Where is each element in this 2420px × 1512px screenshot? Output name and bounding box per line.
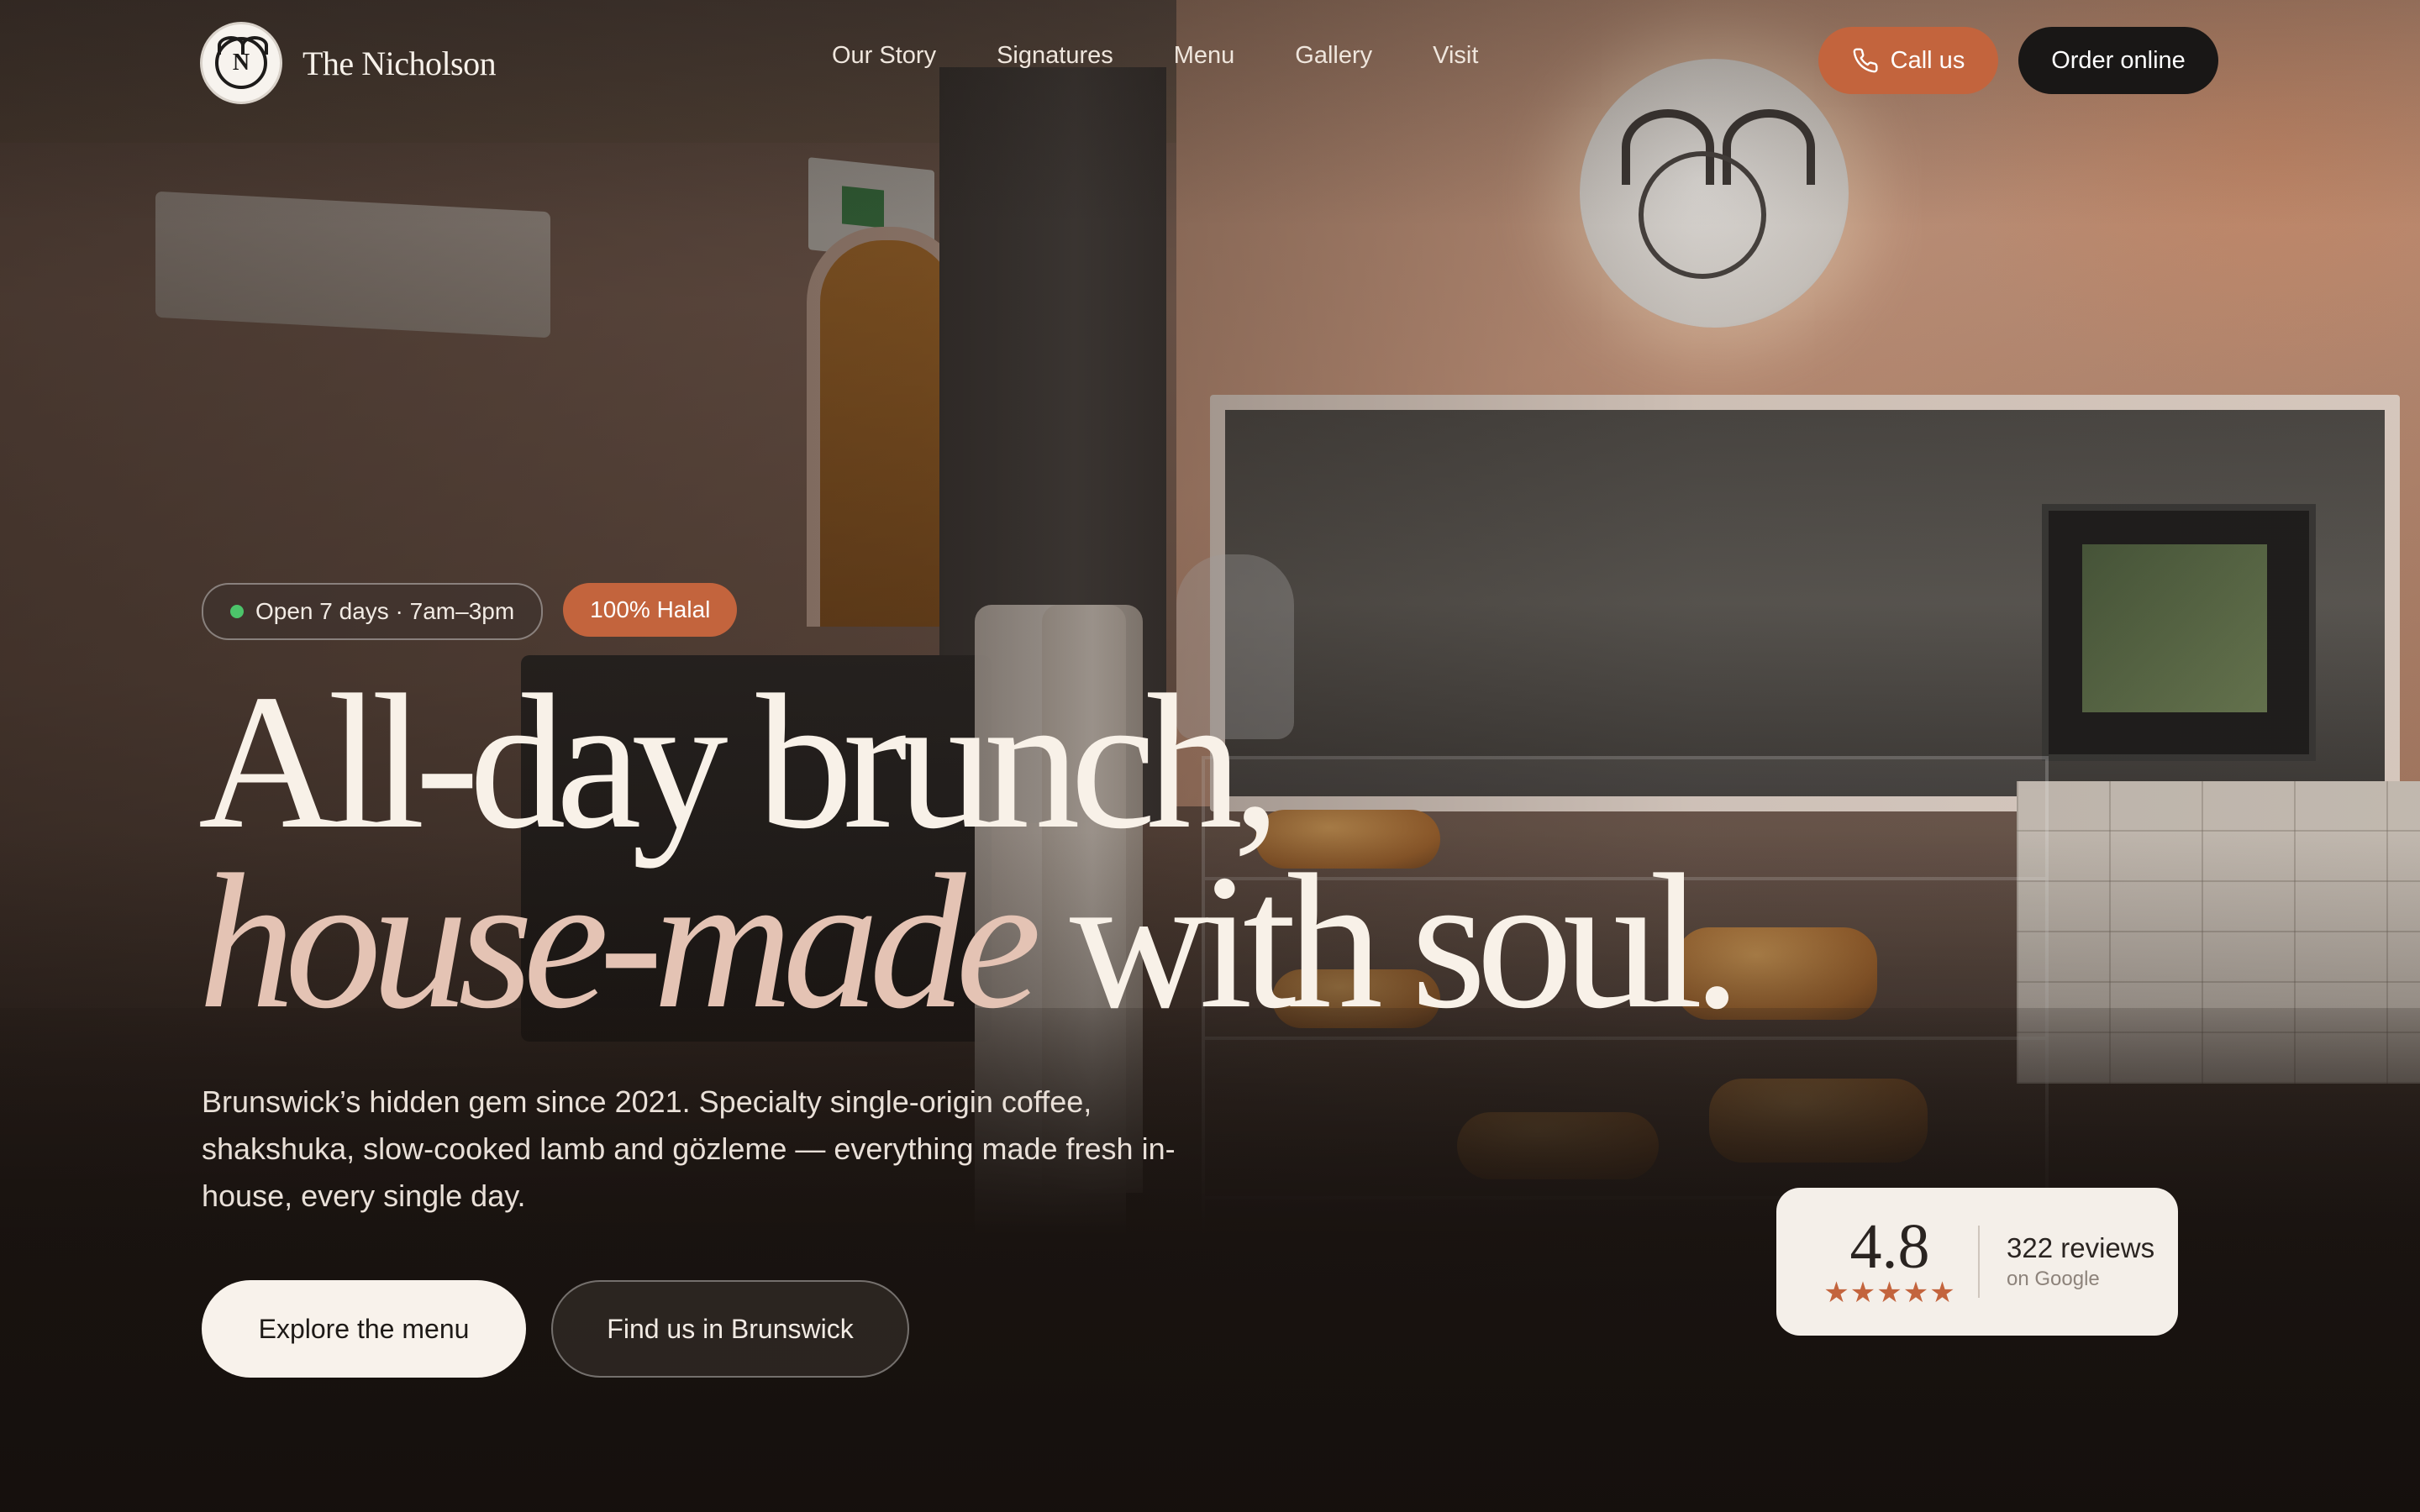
- hero-badges: Open 7 days · 7am–3pm 100% Halal: [202, 583, 738, 640]
- opening-hours-text: Open 7 days · 7am–3pm: [255, 598, 515, 624]
- headline-emphasis: house-made: [198, 834, 1041, 1048]
- find-us-button[interactable]: Find us in Brunswick: [551, 1280, 909, 1378]
- order-online-button[interactable]: Order online: [2018, 27, 2218, 94]
- phone-icon: [1853, 48, 1878, 73]
- status-dot-icon: [230, 605, 244, 618]
- order-online-label: Order online: [2051, 46, 2186, 74]
- google-rating-card[interactable]: 4.8 ★★★★★ 322 reviews on Google: [1776, 1188, 2178, 1336]
- call-us-label: Call us: [1890, 46, 1965, 74]
- halal-badge: 100% Halal: [563, 583, 738, 637]
- nav-link-visit[interactable]: Visit: [1433, 42, 1478, 70]
- explore-menu-label: Explore the menu: [258, 1313, 470, 1344]
- star-icon: ★★★★★: [1823, 1277, 1956, 1309]
- call-us-button[interactable]: Call us: [1818, 27, 1998, 94]
- nav-link-our-story[interactable]: Our Story: [832, 42, 936, 70]
- rating-divider: [1978, 1226, 1980, 1298]
- opening-hours-badge: Open 7 days · 7am–3pm: [202, 583, 544, 640]
- headline-line-2: house-made with soul.: [198, 845, 1741, 1038]
- stag-logo-icon: N: [200, 22, 282, 104]
- nav-link-menu[interactable]: Menu: [1174, 42, 1235, 70]
- top-navigation: N The Nicholson Our Story Signatures Men…: [0, 0, 2420, 123]
- hero-headline: All-day brunch, house-made with soul.: [198, 665, 1741, 1038]
- review-count: 322 reviews: [2007, 1232, 2155, 1263]
- brand-home-link[interactable]: N The Nicholson: [200, 22, 497, 104]
- explore-menu-button[interactable]: Explore the menu: [202, 1280, 526, 1378]
- primary-nav: Our Story Signatures Menu Gallery Visit: [832, 42, 1539, 70]
- rating-score-block: 4.8 ★★★★★: [1823, 1211, 1954, 1308]
- brand-name: The Nicholson: [302, 44, 497, 82]
- rating-meta: 322 reviews on Google: [2007, 1232, 2154, 1291]
- nav-link-signatures[interactable]: Signatures: [997, 42, 1113, 70]
- halal-badge-text: 100% Halal: [590, 596, 711, 622]
- hero-description: Brunswick’s hidden gem since 2021. Speci…: [202, 1084, 1176, 1213]
- headline-rest: with soul.: [1031, 834, 1741, 1048]
- nav-link-gallery[interactable]: Gallery: [1295, 42, 1372, 70]
- review-source: on Google: [2007, 1268, 2100, 1290]
- rating-score: 4.8: [1849, 1211, 1930, 1282]
- find-us-label: Find us in Brunswick: [607, 1313, 854, 1344]
